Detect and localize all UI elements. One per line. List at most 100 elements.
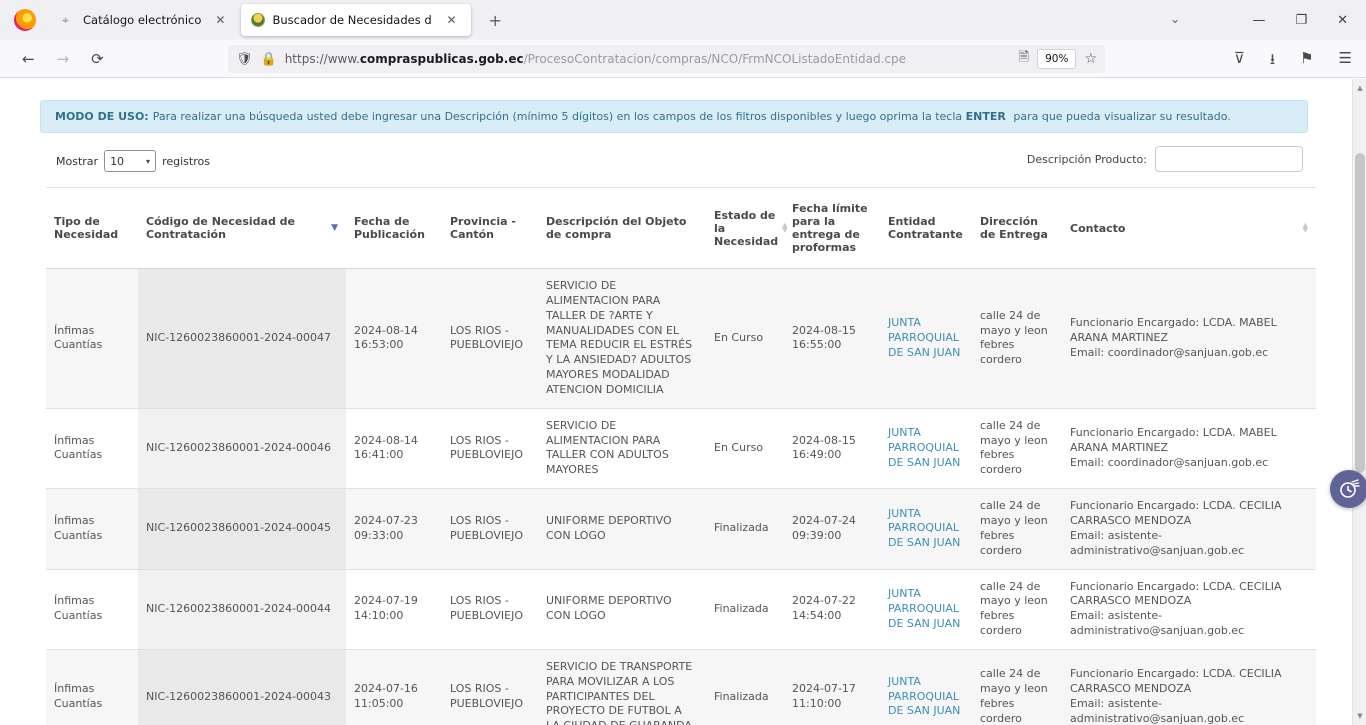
cell-provincia: LOS RIOS - PUEBLOVIEJO [442, 408, 538, 488]
navigation-bar: ← → ⟳ 🛡 🔒 https://www.compraspublicas.go… [0, 40, 1366, 78]
col-header-tipo[interactable]: Tipo de Necesidad [46, 188, 138, 269]
cell-descripcion: SERVICIO DE TRANSPORTE PARA MOVILIZAR A … [538, 649, 706, 725]
lock-icon[interactable]: 🔒 [261, 52, 277, 67]
cell-direccion: calle 24 de mayo y leon febres cordero [972, 408, 1062, 488]
col-header-fecha-publicacion[interactable]: Fecha de Publicación [346, 188, 442, 269]
contacto-email: Email: coordinador@sanjuan.gob.ec [1070, 346, 1308, 361]
cell-provincia: LOS RIOS - PUEBLOVIEJO [442, 489, 538, 569]
window-controls: — ❐ ✕ [1252, 0, 1366, 40]
contacto-nombre: Funcionario Encargado: LCDA. MABEL ARANA… [1070, 426, 1308, 456]
cell-descripcion: SERVICIO DE ALIMENTACION PARA TALLER CON… [538, 408, 706, 488]
entidad-link[interactable]: JUNTA PARROQUIAL DE SAN JUAN [888, 316, 960, 359]
table-row: Ínfimas Cuantías NIC-1260023860001-2024-… [46, 408, 1316, 488]
col-header-provincia[interactable]: Provincia - Cantón [442, 188, 538, 269]
url-path: /ProcesoContratacion/compras/NCO/FrmNCOL… [524, 52, 906, 66]
col-header-entidad[interactable]: Entidad Contratante [880, 188, 972, 269]
cell-codigo: NIC-1260023860001-2024-00043 [138, 649, 346, 725]
cell-fecha-publicacion: 2024-07-19 14:10:00 [346, 569, 442, 649]
cell-entidad: JUNTA PARROQUIAL DE SAN JUAN [880, 408, 972, 488]
entidad-link[interactable]: JUNTA PARROQUIAL DE SAN JUAN [888, 587, 960, 630]
cell-codigo: NIC-1260023860001-2024-00045 [138, 489, 346, 569]
page-content: MODO DE USO: Para realizar una búsqueda … [0, 79, 1352, 725]
forward-icon[interactable]: → [57, 50, 70, 68]
notice-key: ENTER [966, 110, 1006, 123]
scroll-up-icon[interactable]: ▲ [1353, 81, 1366, 95]
show-entries-value: 10 [110, 155, 124, 168]
cell-contacto: Funcionario Encargado: LCDA. CECILIA CAR… [1062, 569, 1316, 649]
cell-direccion: calle 24 de mayo y leon febres cordero [972, 489, 1062, 569]
firefox-icon[interactable] [14, 9, 36, 31]
menu-hamburger-icon[interactable]: ☰ [1339, 49, 1352, 74]
toolbar-icons: ⊽ ⭳ ⚑ ☰ [1234, 49, 1352, 74]
col-header-codigo[interactable]: Código de Necesidad de Contratación▼ [138, 188, 346, 269]
scroll-down-icon[interactable]: ▼ [1353, 709, 1366, 723]
cell-direccion: calle 24 de mayo y leon febres cordero [972, 269, 1062, 409]
sort-desc-icon: ▼ [331, 223, 338, 233]
tracking-shield-icon[interactable]: 🛡 [236, 52, 253, 67]
tab-title: Catálogo electrónico [83, 13, 201, 27]
new-tab-button[interactable]: + [479, 9, 512, 32]
contacto-nombre: Funcionario Encargado: LCDA. MABEL ARANA… [1070, 316, 1308, 346]
col-header-contacto[interactable]: Contacto▲▼ [1062, 188, 1316, 269]
vertical-scrollbar[interactable]: ▲ ▼ [1352, 79, 1366, 725]
cell-fecha-limite: 2024-08-15 16:55:00 [784, 269, 880, 409]
sort-both-icon: ▲▼ [1303, 223, 1308, 233]
tab-buscador[interactable]: Buscador de Necesidades de Co ✕ [241, 4, 470, 36]
url-scheme: https://www. [285, 52, 360, 66]
reader-mode-icon[interactable]: 🗎 [1019, 48, 1029, 70]
cell-descripcion: UNIFORME DEPORTIVO CON LOGO [538, 569, 706, 649]
floating-clock-widget-button[interactable] [1330, 470, 1366, 508]
table-row: Ínfimas Cuantías NIC-1260023860001-2024-… [46, 269, 1316, 409]
needs-table: Tipo de Necesidad Código de Necesidad de… [46, 187, 1316, 725]
entidad-link[interactable]: JUNTA PARROQUIAL DE SAN JUAN [888, 675, 960, 718]
show-entries-select[interactable]: 10 ▾ [104, 150, 156, 172]
download-icon[interactable]: ⭳ [1270, 49, 1275, 74]
chevron-down-icon: ▾ [146, 157, 150, 166]
cell-provincia: LOS RIOS - PUEBLOVIEJO [442, 569, 538, 649]
close-button[interactable]: ✕ [1337, 13, 1348, 28]
cell-tipo: Ínfimas Cuantías [46, 489, 138, 569]
url-bar[interactable]: 🛡 🔒 https://www.compraspublicas.gob.ec/P… [228, 45, 1105, 73]
show-label: Mostrar [56, 155, 98, 168]
tab-close-icon[interactable]: ✕ [211, 11, 229, 29]
notice-body: Para realizar una búsqueda usted debe in… [153, 110, 962, 123]
cell-codigo: NIC-1260023860001-2024-00047 [138, 269, 346, 409]
tab-favicon-buscador [251, 13, 265, 27]
product-filter: Descripción Producto: [1027, 146, 1303, 172]
zoom-level-badge[interactable]: 90% [1037, 49, 1076, 69]
restore-button[interactable]: ❐ [1295, 13, 1307, 28]
cell-estado: Finalizada [706, 489, 784, 569]
cell-fecha-publicacion: 2024-08-14 16:41:00 [346, 408, 442, 488]
pocket-icon[interactable]: ⊽ [1234, 49, 1245, 74]
contacto-nombre: Funcionario Encargado: LCDA. CECILIA CAR… [1070, 667, 1308, 697]
entidad-link[interactable]: JUNTA PARROQUIAL DE SAN JUAN [888, 507, 960, 550]
tab-title: Buscador de Necesidades de Co [272, 13, 432, 27]
back-icon[interactable]: ← [22, 50, 35, 68]
entidad-link[interactable]: JUNTA PARROQUIAL DE SAN JUAN [888, 426, 960, 469]
url-text[interactable]: https://www.compraspublicas.gob.ec/Proce… [285, 52, 1011, 66]
table-controls: Mostrar 10 ▾ registros Descripción Produ… [40, 146, 1308, 174]
minimize-button[interactable]: — [1252, 13, 1265, 28]
tab-catalogo[interactable]: ⌖ Catálogo electrónico ✕ [52, 4, 239, 36]
col-header-descripcion[interactable]: Descripción del Objeto de compra [538, 188, 706, 269]
bookmark-star-icon[interactable]: ☆ [1084, 51, 1097, 67]
col-header-estado[interactable]: Estado de la Necesidad▲▼ [706, 188, 784, 269]
col-header-fecha-limite[interactable]: Fecha límite para la entrega de proforma… [784, 188, 880, 269]
notice-prefix: MODO DE USO: [55, 110, 149, 123]
contacto-email: Email: coordinador@sanjuan.gob.ec [1070, 456, 1308, 471]
winged-clock-icon [1337, 477, 1361, 501]
cell-contacto: Funcionario Encargado: LCDA. CECILIA CAR… [1062, 489, 1316, 569]
product-filter-input[interactable] [1155, 146, 1303, 172]
contacto-nombre: Funcionario Encargado: LCDA. CECILIA CAR… [1070, 580, 1308, 610]
cell-entidad: JUNTA PARROQUIAL DE SAN JUAN [880, 569, 972, 649]
col-header-direccion[interactable]: Dirección de Entrega [972, 188, 1062, 269]
reload-icon[interactable]: ⟳ [91, 50, 104, 68]
extensions-icon[interactable]: ⚑ [1300, 49, 1313, 74]
cell-entidad: JUNTA PARROQUIAL DE SAN JUAN [880, 649, 972, 725]
cell-estado: En Curso [706, 408, 784, 488]
list-all-tabs-icon[interactable]: ⌄ [1170, 12, 1180, 26]
cell-direccion: calle 24 de mayo y leon febres cordero [972, 649, 1062, 725]
tab-close-icon[interactable]: ✕ [442, 11, 460, 29]
table-row: Ínfimas Cuantías NIC-1260023860001-2024-… [46, 649, 1316, 725]
scrollbar-thumb[interactable] [1355, 153, 1365, 473]
